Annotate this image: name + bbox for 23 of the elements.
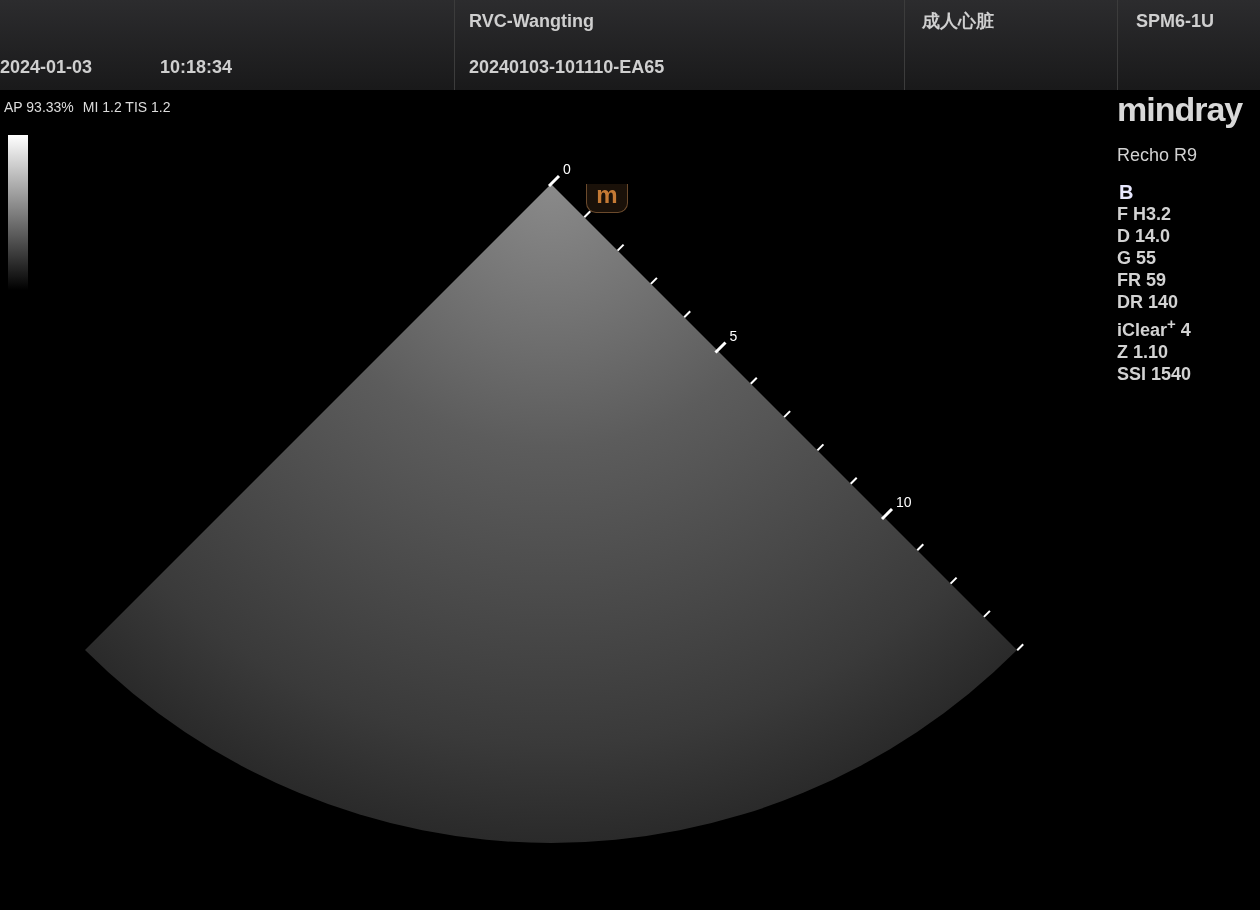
orientation-marker: m (586, 184, 628, 213)
patient-name: RVC-Wangting (469, 10, 595, 32)
system-model: Recho R9 (1117, 144, 1199, 166)
imaging-parameter: Z 1.10 (1117, 341, 1170, 363)
depth-label: 0 (563, 161, 571, 177)
exam-date: 2024-01-03 (0, 56, 93, 78)
imaging-parameter: DR 140 (1117, 291, 1180, 313)
acoustic-output: AP 93.33% (4, 99, 74, 115)
depth-label: 5 (729, 327, 738, 344)
imaging-parameter: F H3.2 (1117, 203, 1173, 225)
imaging-parameter: iClear$^{+}$ 4 (1117, 314, 1192, 341)
acoustic-output: MI 1.2 TIS 1.2 (82, 99, 171, 115)
exam-id: 20240103-101110-EA65 (469, 56, 666, 78)
imaging-parameter: D 14.0 (1117, 225, 1172, 247)
exam-preset: 成人心脏 (922, 10, 995, 32)
depth-label: 10 (896, 494, 912, 510)
imaging-mode: B (1118, 181, 1135, 203)
probe-name: SPM6-1U (1136, 10, 1216, 32)
imaging-parameter: G 55 (1117, 247, 1158, 269)
brand-logo: mindray (1117, 90, 1243, 128)
imaging-parameter: FR 59 (1117, 269, 1168, 291)
exam-time: 10:18:34 (160, 56, 233, 78)
imaging-parameter: SSI 1540 (1117, 363, 1193, 385)
